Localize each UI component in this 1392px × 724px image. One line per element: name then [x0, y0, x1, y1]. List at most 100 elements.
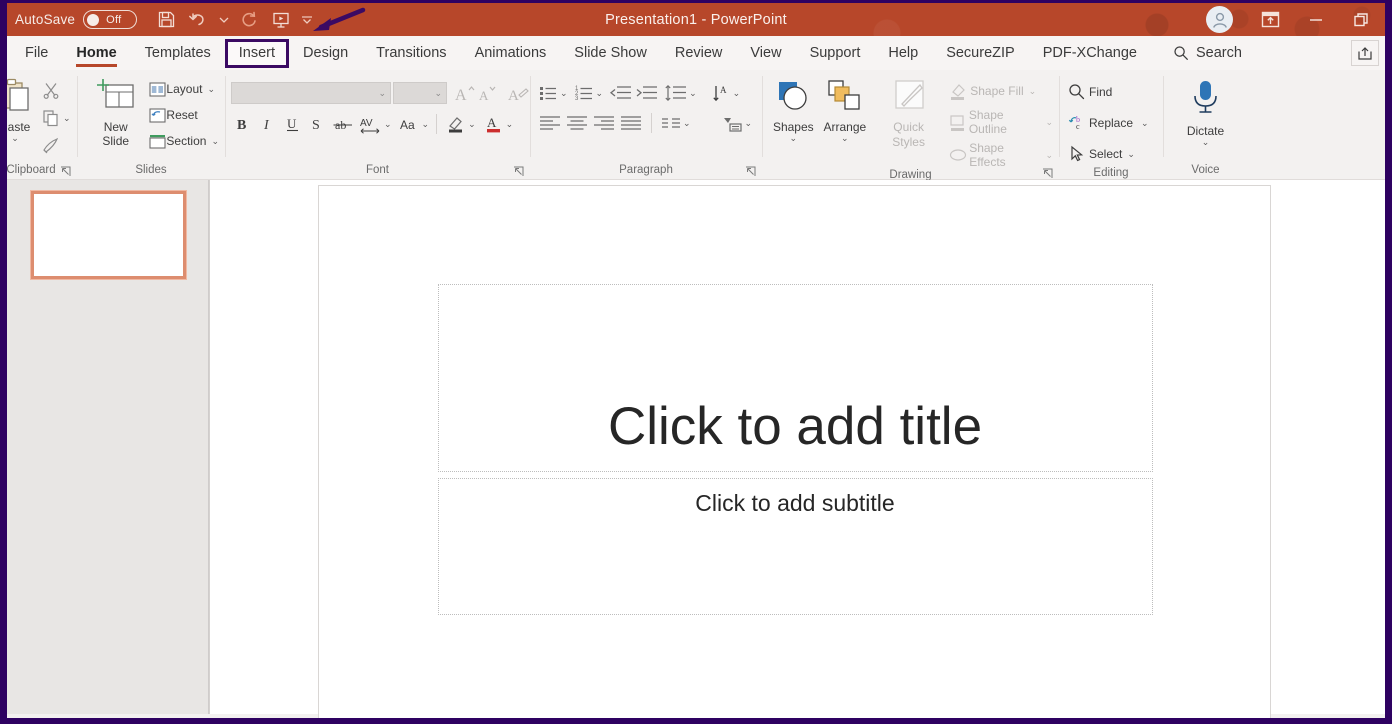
undo-icon[interactable] — [183, 6, 213, 33]
reset-button[interactable]: Reset — [148, 103, 219, 127]
select-dropdown-icon[interactable]: ⌄ — [1127, 150, 1135, 159]
save-icon[interactable] — [151, 6, 181, 33]
decrease-indent-button[interactable] — [608, 81, 634, 105]
columns-button[interactable] — [659, 111, 683, 135]
layout-button[interactable]: Layout ⌄ — [148, 77, 219, 101]
format-painter-button[interactable] — [39, 134, 63, 158]
strikethrough-button[interactable]: ab — [331, 112, 357, 136]
columns-dropdown-icon[interactable]: ⌄ — [683, 119, 691, 128]
restore-button[interactable] — [1339, 3, 1385, 36]
change-case-button[interactable]: Aa ⌄ — [398, 112, 430, 136]
font-name-dropdown-icon[interactable]: ⌄ — [378, 89, 386, 98]
tab-securezip[interactable]: SecureZIP — [932, 39, 1029, 68]
font-color-button[interactable]: A ⌄ — [482, 112, 514, 136]
font-color-dropdown-icon[interactable]: ⌄ — [506, 120, 514, 129]
shape-outline-dropdown-icon[interactable]: ⌄ — [1045, 118, 1053, 127]
dictate-button[interactable]: Dictate ⌄ — [1181, 79, 1230, 148]
clipboard-dialog-launcher-icon[interactable] — [60, 166, 71, 177]
change-case-dropdown-icon[interactable]: ⌄ — [422, 120, 430, 129]
align-left-button[interactable] — [536, 111, 563, 135]
bullets-button[interactable] — [536, 81, 560, 105]
select-button[interactable]: Select ⌄ — [1065, 142, 1149, 166]
start-from-beginning-icon[interactable] — [266, 6, 296, 33]
slide-canvas[interactable]: Click to add title Click to add subtitle — [210, 180, 1378, 718]
arrange-dropdown-icon[interactable]: ⌄ — [841, 134, 849, 143]
character-spacing-button[interactable]: AV ⌄ — [358, 112, 392, 136]
account-avatar[interactable] — [1206, 6, 1233, 33]
text-direction-button[interactable]: A ⌄ — [709, 81, 741, 105]
character-spacing-dropdown-icon[interactable]: ⌄ — [384, 120, 392, 129]
increase-font-size-button[interactable]: A — [453, 81, 477, 105]
text-shadow-button[interactable]: S — [306, 112, 330, 136]
section-dropdown-icon[interactable]: ⌄ — [211, 137, 219, 146]
slide-surface[interactable]: Click to add title Click to add subtitle — [317, 185, 1271, 718]
font-size-dropdown-icon[interactable]: ⌄ — [434, 89, 442, 98]
dictate-dropdown-icon[interactable]: ⌄ — [1202, 138, 1210, 147]
shapes-button[interactable]: Shapes ⌄ — [768, 75, 819, 144]
tab-pdf-xchange[interactable]: PDF-XChange — [1029, 39, 1151, 68]
text-highlight-dropdown-icon[interactable]: ⌄ — [468, 120, 476, 129]
tab-insert[interactable]: Insert — [224, 38, 290, 68]
subtitle-placeholder[interactable]: Click to add subtitle — [437, 478, 1153, 615]
font-dialog-launcher-icon[interactable] — [513, 166, 524, 177]
tab-transitions[interactable]: Transitions — [362, 39, 460, 68]
shape-effects-button[interactable]: Shape Effects ⌄ — [946, 141, 1053, 169]
line-spacing-dropdown-icon[interactable]: ⌄ — [689, 89, 697, 98]
tab-review[interactable]: Review — [661, 39, 737, 68]
numbering-button[interactable]: 123 — [572, 81, 596, 105]
copy-button[interactable] — [39, 106, 63, 130]
drawing-dialog-launcher-icon[interactable] — [1042, 168, 1053, 179]
search-box[interactable]: Search — [1173, 45, 1242, 61]
tab-view[interactable]: View — [736, 39, 795, 68]
quick-styles-button[interactable]: Quick Styles — [871, 75, 946, 152]
underline-button[interactable]: U — [281, 112, 305, 136]
new-slide-button[interactable]: New Slide — [83, 75, 148, 150]
font-name-input[interactable]: ⌄ — [231, 82, 391, 104]
tab-support[interactable]: Support — [796, 39, 875, 68]
convert-to-smartart-button[interactable]: ⌄ — [721, 111, 753, 135]
text-direction-dropdown-icon[interactable]: ⌄ — [733, 89, 741, 98]
autosave-control[interactable]: AutoSave Off — [15, 10, 138, 29]
paste-dropdown-icon[interactable]: ⌄ — [11, 134, 19, 143]
redo-icon[interactable] — [234, 6, 264, 33]
smartart-dropdown-icon[interactable]: ⌄ — [745, 119, 753, 128]
bullets-dropdown-icon[interactable]: ⌄ — [560, 89, 568, 98]
ribbon-display-options-icon[interactable] — [1247, 3, 1293, 36]
replace-dropdown-icon[interactable]: ⌄ — [1141, 119, 1149, 128]
align-right-button[interactable] — [590, 111, 617, 135]
bold-button[interactable]: B — [231, 112, 255, 136]
increase-indent-button[interactable] — [634, 81, 660, 105]
replace-button[interactable]: bc Replace ⌄ — [1065, 111, 1149, 135]
shape-outline-button[interactable]: Shape Outline ⌄ — [946, 108, 1053, 136]
shape-fill-button[interactable]: Shape Fill ⌄ — [946, 79, 1053, 103]
copy-dropdown-icon[interactable]: ⌄ — [63, 114, 71, 123]
tab-help[interactable]: Help — [874, 39, 932, 68]
font-size-input[interactable]: ⌄ — [393, 82, 447, 104]
minimize-button[interactable] — [1293, 3, 1339, 36]
decrease-font-size-button[interactable]: A — [477, 81, 501, 105]
tab-file[interactable]: File — [11, 39, 62, 68]
paragraph-dialog-launcher-icon[interactable] — [745, 166, 756, 177]
find-button[interactable]: Find — [1065, 80, 1149, 104]
slide-thumbnail-pane[interactable] — [7, 180, 210, 714]
title-placeholder[interactable]: Click to add title — [437, 284, 1153, 472]
shape-effects-dropdown-icon[interactable]: ⌄ — [1045, 151, 1053, 160]
layout-dropdown-icon[interactable]: ⌄ — [207, 85, 215, 94]
text-highlight-color-button[interactable]: ⌄ — [444, 112, 476, 136]
cut-button[interactable] — [39, 78, 63, 102]
tab-design[interactable]: Design — [289, 39, 362, 68]
share-icon[interactable] — [1351, 40, 1379, 66]
line-spacing-button[interactable] — [663, 81, 689, 105]
section-button[interactable]: Section ⌄ — [148, 129, 219, 153]
paste-button[interactable]: Paste ⌄ — [7, 75, 39, 144]
tab-home[interactable]: Home — [62, 39, 130, 68]
tab-templates[interactable]: Templates — [131, 39, 225, 68]
tab-slide-show[interactable]: Slide Show — [560, 39, 661, 68]
shape-fill-dropdown-icon[interactable]: ⌄ — [1029, 87, 1037, 96]
align-center-button[interactable] — [563, 111, 590, 135]
arrange-button[interactable]: Arrange ⌄ — [819, 75, 871, 144]
slide-thumbnail-1[interactable] — [30, 190, 187, 280]
justify-button[interactable] — [617, 111, 644, 135]
numbering-dropdown-icon[interactable]: ⌄ — [596, 89, 604, 98]
autosave-toggle[interactable]: Off — [83, 10, 138, 29]
